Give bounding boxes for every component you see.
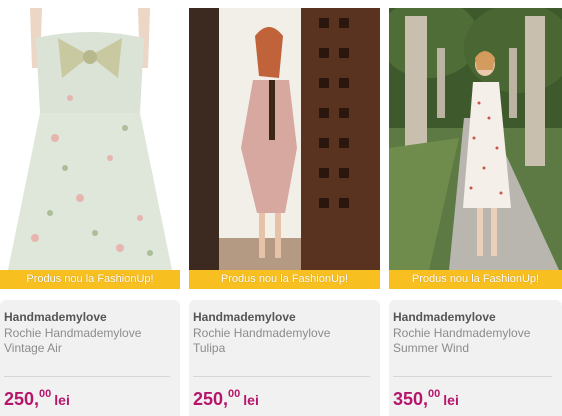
product-price: 350,00 lei: [393, 388, 459, 410]
product-card[interactable]: Produs nou la FashionUp! Handmademylove …: [189, 0, 380, 416]
price-currency: lei: [443, 392, 459, 408]
product-card[interactable]: Produs nou la FashionUp! Handmademylove …: [0, 0, 180, 416]
product-name-line: Summer Wind: [393, 341, 470, 355]
product-name[interactable]: Rochie Handmademylove Vintage Air: [4, 326, 174, 356]
product-brand[interactable]: Handmademylove: [393, 310, 496, 324]
product-price: 250,00 lei: [193, 388, 259, 410]
product-brand[interactable]: Handmademylove: [4, 310, 107, 324]
product-name-line: Vintage Air: [4, 341, 62, 355]
price-integer: 250,: [4, 389, 40, 409]
product-brand[interactable]: Handmademylove: [193, 310, 296, 324]
product-image[interactable]: [0, 8, 180, 270]
price-decimals: 00: [428, 388, 441, 400]
divider: [393, 376, 552, 377]
divider: [4, 376, 170, 377]
new-product-badge: Produs nou la FashionUp!: [389, 270, 562, 289]
product-grid: Produs nou la FashionUp! Handmademylove …: [0, 0, 562, 416]
new-product-badge: Produs nou la FashionUp!: [189, 270, 380, 289]
product-price: 250,00 lei: [4, 388, 70, 410]
product-name-line: Tulipa: [193, 341, 226, 355]
product-name-line: Rochie Handmademylove: [4, 326, 142, 340]
product-name-line: Rochie Handmademylove: [193, 326, 331, 340]
price-currency: lei: [243, 392, 259, 408]
product-name[interactable]: Rochie Handmademylove Summer Wind: [393, 326, 562, 356]
new-product-badge: Produs nou la FashionUp!: [0, 270, 180, 289]
product-info: Handmademylove Rochie Handmademylove Vin…: [0, 300, 180, 416]
price-integer: 250,: [193, 389, 229, 409]
product-info: Handmademylove Rochie Handmademylove Sum…: [389, 300, 562, 416]
product-image[interactable]: [389, 8, 562, 270]
product-card[interactable]: Produs nou la FashionUp! Handmademylove …: [389, 0, 562, 416]
price-currency: lei: [54, 392, 70, 408]
product-name[interactable]: Rochie Handmademylove Tulipa: [193, 326, 363, 356]
price-decimals: 00: [39, 388, 52, 400]
price-integer: 350,: [393, 389, 429, 409]
product-info: Handmademylove Rochie Handmademylove Tul…: [189, 300, 380, 416]
product-name-line: Rochie Handmademylove: [393, 326, 531, 340]
price-decimals: 00: [228, 388, 241, 400]
divider: [193, 376, 370, 377]
product-image[interactable]: [189, 8, 380, 270]
